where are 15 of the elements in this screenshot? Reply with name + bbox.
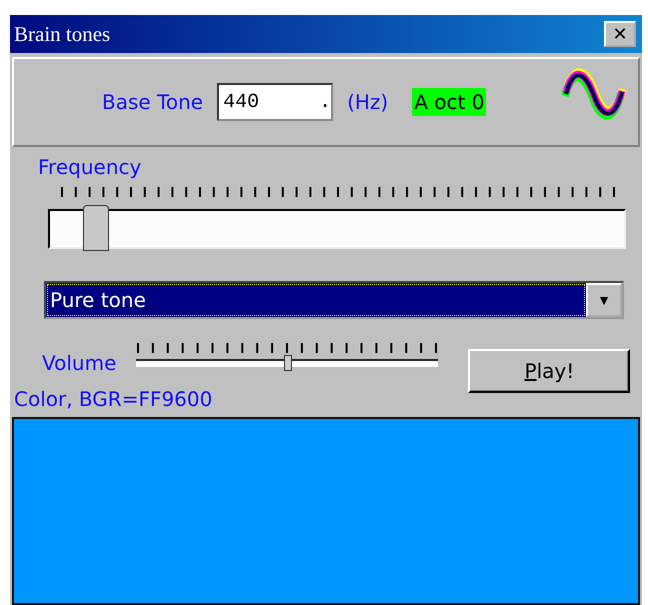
- color-label: Color, BGR=FF9600: [14, 387, 214, 411]
- base-tone-label: Base Tone: [102, 90, 204, 114]
- note-label: A oct 0: [412, 88, 486, 116]
- play-button[interactable]: Play!: [468, 349, 630, 393]
- dropdown-arrow-button[interactable]: ▼: [586, 283, 622, 317]
- waveform-dropdown[interactable]: Pure tone ▼: [44, 281, 624, 319]
- close-button[interactable]: ✕: [604, 21, 636, 47]
- slider-thumb[interactable]: [284, 355, 292, 371]
- frequency-label: Frequency: [38, 155, 142, 179]
- base-tone-field[interactable]: 440 .: [217, 83, 334, 121]
- unit-label: (Hz): [347, 90, 388, 114]
- dropdown-value: Pure tone: [46, 283, 586, 317]
- window-title: Brain tones: [14, 22, 110, 46]
- slider-thumb[interactable]: [82, 205, 109, 251]
- volume-label: Volume: [42, 351, 116, 375]
